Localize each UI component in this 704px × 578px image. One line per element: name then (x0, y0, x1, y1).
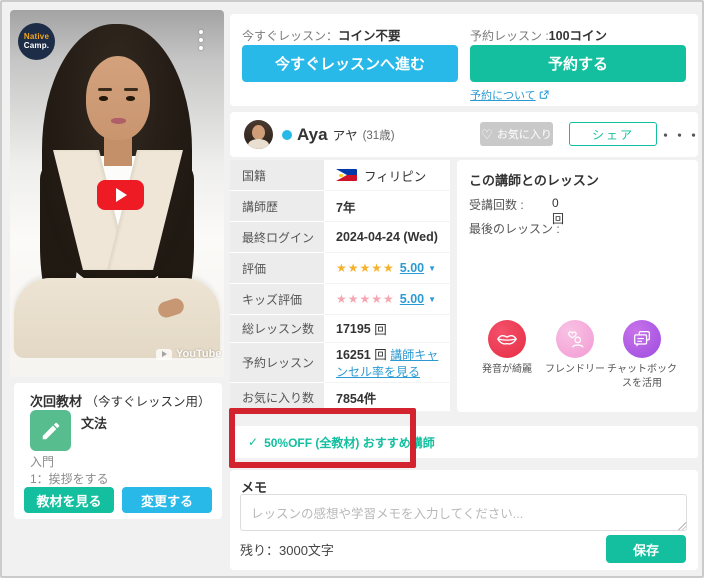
caret-down-icon: ▼ (428, 264, 436, 273)
youtube-icon (156, 349, 172, 360)
rating-stars-icon: ★★★★★ (336, 261, 395, 275)
rating-value-link[interactable]: 5.00 (400, 261, 424, 275)
next-material-subtitle: （今すぐレッスン用） (86, 395, 211, 409)
material-thumbnail[interactable] (30, 410, 71, 451)
heart-icon: ♡ (481, 128, 493, 141)
save-button[interactable]: 保存 (606, 535, 686, 563)
kebab-menu-icon[interactable] (193, 28, 209, 52)
reserve-label: 予約レッスン :100コイン (470, 25, 607, 44)
change-material-button[interactable]: 変更する (122, 487, 212, 513)
more-menu-icon[interactable]: ・・・ (667, 120, 693, 148)
badge-pronunciation (488, 320, 526, 358)
favorite-button[interactable]: ♡ お気に入り (480, 122, 553, 146)
photo-face (86, 56, 150, 140)
kids-rating-value-link[interactable]: 5.00 (400, 292, 424, 306)
lesson-count-row: 受講回数 : 0回 (469, 196, 524, 213)
next-material-card: 次回教材 （今すぐレッスン用） 文法 入門 1：挨拶をする 教材を見る 変更する (14, 383, 222, 519)
lesson-now-label: 今すぐレッスン：コイン不要 (242, 25, 401, 44)
nativecamp-logo: Native Camp. (18, 23, 55, 60)
favorites-count-value: 7854件 (336, 388, 376, 407)
next-material-title: 次回教材 (30, 394, 82, 409)
philippines-flag-icon (336, 169, 357, 181)
lesson-actions-card: 今すぐレッスン：コイン不要 今すぐレッスンへ進む 予約レッスン :100コイン … (230, 14, 698, 106)
lesson-now-button[interactable]: 今すぐレッスンへ進む (242, 45, 458, 82)
external-link-icon (539, 90, 549, 100)
youtube-watermark-label: YouTube (176, 348, 221, 360)
table-row-rating: 評価 ★★★★★ 5.00 ▼ (230, 253, 450, 284)
reserved-lessons-value: 16251 (336, 348, 371, 362)
table-row-nationality: 国籍 フィリピン (230, 160, 450, 191)
material-lesson: 1：挨拶をする (30, 470, 109, 487)
badge-pronunciation-label: 発音が綺麗 (469, 363, 545, 377)
memo-input[interactable] (240, 494, 687, 531)
total-lessons-value: 17195 (336, 322, 371, 336)
chatbox-icon (631, 328, 653, 350)
memo-remaining-count: 残り：3000文字 (240, 540, 334, 559)
offer-band: ✓ 50%OFF (全教材) おすすめ講師 (230, 426, 698, 458)
kids-rating-stars-icon: ★★★★★ (336, 292, 395, 306)
material-name: 文法 (81, 413, 107, 432)
next-material-header: 次回教材 （今すぐレッスン用） (30, 391, 211, 410)
youtube-watermark[interactable]: YouTube (156, 348, 221, 360)
badge-chatbox-label: チャットボックスを活用 (604, 363, 680, 391)
teacher-age: (31歳) (363, 127, 395, 143)
teacher-avatar (244, 120, 273, 149)
offer-text: 50%OFF (全教材) おすすめ講師 (264, 434, 435, 451)
teacher-profile-page: Native Camp. YouTube 次回教材 （今すぐレッスン用） 文法 … (0, 0, 704, 578)
teacher-header-card: Aya アヤ (31歳) ♡ お気に入り シェア ・・・ (230, 112, 698, 157)
heart-person-icon (564, 328, 586, 350)
experience-value: 7年 (336, 197, 355, 216)
table-row-experience: 講師歴 7年 (230, 191, 450, 222)
check-icon: ✓ (248, 435, 258, 449)
badge-friendly (556, 320, 594, 358)
photo-arms (14, 278, 220, 358)
table-row-reserved-lessons: 予約レッスン 16251 回 講師キャンセル率を見る (230, 343, 450, 383)
lessons-with-teacher-title: この講師とのレッスン (469, 170, 599, 189)
nationality-value: フィリピン (364, 166, 426, 185)
reserve-value: 100コイン (549, 29, 607, 43)
teacher-video-card: Native Camp. YouTube (10, 10, 224, 377)
share-button[interactable]: シェア (569, 122, 657, 146)
reserve-button[interactable]: 予約する (470, 45, 686, 82)
memo-card: メモ 残り：3000文字 保存 (230, 470, 698, 570)
play-icon (116, 188, 127, 202)
profile-table: 国籍 フィリピン 講師歴 7年 最終ログイン 2024-04-24 (Wed) … (230, 160, 450, 412)
brand-bottom-label: Camp. (24, 42, 49, 50)
lessons-with-teacher-card: この講師とのレッスン 受講回数 : 0回 最後のレッスン : (457, 160, 698, 412)
teacher-kana: アヤ (333, 125, 358, 144)
resize-grip-icon[interactable] (678, 522, 686, 530)
lesson-now-value: コイン不要 (338, 29, 401, 43)
teacher-name: Aya (297, 125, 328, 145)
view-material-button[interactable]: 教材を見る (24, 487, 114, 513)
youtube-play-button[interactable] (97, 180, 144, 210)
caret-down-icon: ▼ (428, 295, 436, 304)
material-level: 入門 (30, 453, 54, 470)
table-row-kids-rating: キッズ評価 ★★★★★ 5.00 ▼ (230, 284, 450, 315)
table-row-last-login: 最終ログイン 2024-04-24 (Wed) (230, 222, 450, 253)
badge-chatbox (623, 320, 661, 358)
pencil-icon (40, 420, 62, 442)
table-row-total-lessons: 総レッスン数 17195 回 (230, 315, 450, 343)
teacher-name-row: Aya アヤ (31歳) (297, 112, 395, 157)
table-row-favorites: お気に入り数 7854件 (230, 383, 450, 412)
about-reservation-link[interactable]: 予約について (470, 87, 549, 103)
online-status-dot (282, 130, 292, 140)
lips-icon (496, 328, 518, 350)
last-lesson-row: 最後のレッスン : (469, 220, 560, 237)
badge-friendly-label: フレンドリー (537, 363, 613, 377)
last-login-value: 2024-04-24 (Wed) (336, 230, 438, 244)
